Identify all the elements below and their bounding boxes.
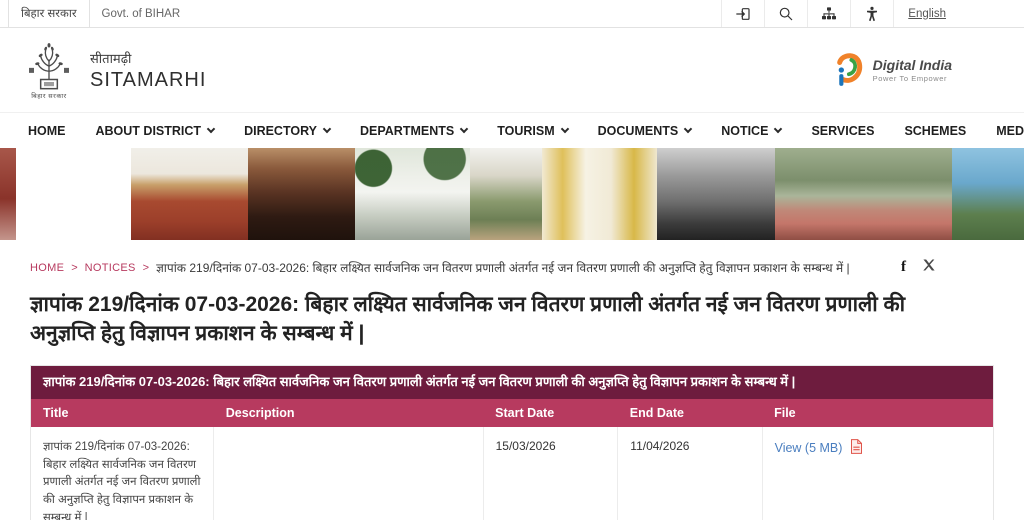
district-logo-link[interactable]: बिहार सरकार सीतामढ़ी SITAMARHI	[20, 41, 206, 100]
nav-label: DOCUMENTS	[597, 123, 679, 138]
nav-about-district[interactable]: ABOUT DISTRICT	[95, 123, 216, 138]
col-start-date: Start Date	[483, 398, 618, 427]
breadcrumb-current: ज्ञापांक 219/दिनांक 07-03-2026: बिहार लक…	[156, 261, 850, 275]
topbar-left: बिहार सरकार Govt. of BIHAR	[8, 0, 192, 27]
banner-photo-white-dome	[355, 148, 470, 240]
main-navigation: HOME ABOUT DISTRICT DIRECTORY DEPARTMENT…	[0, 112, 1024, 148]
chevron-down-icon	[459, 124, 469, 133]
table-row: ज्ञापांक 219/दिनांक 07-03-2026: बिहार लक…	[31, 426, 993, 520]
digital-india-title: Digital India	[872, 57, 952, 73]
banner-photo-edge	[0, 148, 17, 240]
govt-english-link[interactable]: Govt. of BIHAR	[90, 0, 193, 27]
nav-label: TOURISM	[497, 123, 555, 138]
breadcrumb-notices[interactable]: NOTICES	[85, 262, 136, 274]
digital-india-logo[interactable]: Digital India Power To Empower	[831, 50, 952, 90]
digital-india-tagline: Power To Empower	[872, 74, 948, 83]
col-end-date: End Date	[617, 398, 763, 427]
district-name-hindi: सीतामढ़ी	[90, 50, 132, 66]
breadcrumb: HOME > NOTICES > ज्ञापांक 219/दिनांक 07-…	[30, 259, 850, 276]
nav-documents[interactable]: DOCUMENTS	[597, 123, 693, 138]
nav-tourism[interactable]: TOURISM	[497, 123, 569, 138]
nav-departments[interactable]: DEPARTMENTS	[360, 123, 469, 138]
chevron-down-icon	[206, 124, 216, 133]
sitemap-icon[interactable]	[807, 0, 850, 27]
notice-start-date-cell: 15/03/2026	[483, 426, 619, 520]
breadcrumb-separator: >	[142, 261, 150, 274]
banner-photo-yellow-arch	[541, 148, 658, 240]
photo-banner[interactable]	[0, 148, 1024, 240]
masthead: बिहार सरकार सीतामढ़ी SITAMARHI Digital I…	[0, 28, 1024, 112]
breadcrumb-separator: >	[71, 261, 78, 274]
nav-label: HOME	[28, 123, 66, 138]
district-name-english: SITAMARHI	[90, 68, 207, 91]
digital-india-icon	[836, 53, 862, 86]
nav-label: ABOUT DISTRICT	[95, 123, 202, 138]
breadcrumb-home[interactable]: HOME	[30, 262, 64, 274]
nav-label: DIRECTORY	[244, 123, 317, 138]
notice-table: ज्ञापांक 219/दिनांक 07-03-2026: बिहार लक…	[30, 364, 994, 520]
chevron-down-icon	[683, 124, 693, 133]
skip-to-content-icon[interactable]	[721, 0, 764, 27]
banner-photo-red-gate	[131, 148, 248, 240]
chevron-down-icon	[560, 124, 569, 133]
nav-label: SERVICES	[811, 123, 875, 138]
govt-hindi-link[interactable]: बिहार सरकार	[8, 0, 90, 27]
banner-photo-sanctum	[247, 148, 356, 240]
notice-table-caption: ज्ञापांक 219/दिनांक 07-03-2026: बिहार लक…	[31, 365, 993, 399]
nav-label: MEDIA GALLERY	[996, 123, 1024, 138]
nav-label: DEPARTMENTS	[360, 123, 455, 138]
nav-schemes[interactable]: SCHEMES	[904, 124, 966, 138]
notice-end-date-cell: 11/04/2026	[617, 426, 763, 520]
nav-services[interactable]: SERVICES	[811, 124, 874, 138]
nav-directory[interactable]: DIRECTORY	[244, 123, 332, 138]
chevron-down-icon	[774, 124, 783, 133]
nav-label: NOTICE	[721, 123, 769, 138]
banner-photo-historic-bw	[657, 148, 776, 240]
banner-photo-ghat-steps	[775, 148, 953, 240]
notice-file-cell: View (5 MB)	[762, 426, 993, 520]
chevron-down-icon	[322, 124, 332, 133]
nav-label: SCHEMES	[904, 123, 967, 138]
banner-photo-sky-trees	[952, 148, 1024, 240]
emblem-caption: बिहार सरकार	[31, 92, 67, 100]
notice-description-cell	[213, 426, 484, 520]
nav-media-gallery[interactable]: MEDIA GALLERY	[996, 124, 1024, 138]
col-title: Title	[31, 398, 214, 427]
notice-title-cell: ज्ञापांक 219/दिनांक 07-03-2026: बिहार लक…	[31, 426, 215, 520]
bihar-emblem-icon: बिहार सरकार	[20, 41, 78, 100]
topbar: बिहार सरकार Govt. of BIHAR English	[0, 0, 1024, 28]
col-description: Description	[213, 398, 484, 427]
nav-home[interactable]: HOME	[28, 124, 66, 138]
language-toggle-english[interactable]: English	[893, 0, 960, 27]
accessibility-icon[interactable]	[850, 0, 893, 27]
view-file-link[interactable]: View (5 MB)	[775, 441, 843, 455]
nav-notice[interactable]: NOTICE	[721, 123, 783, 138]
content: HOME > NOTICES > ज्ञापांक 219/दिनांक 07-…	[0, 240, 1024, 520]
search-icon[interactable]	[764, 0, 807, 27]
facebook-share-icon[interactable]: f	[901, 259, 906, 276]
twitter-x-share-icon[interactable]	[922, 258, 936, 277]
col-file: File	[762, 398, 993, 427]
table-header-row: Title Description Start Date End Date Fi…	[31, 398, 993, 427]
pdf-icon	[850, 438, 862, 454]
banner-photo-temple-pond	[16, 148, 131, 240]
brand-text: सीतामढ़ी SITAMARHI	[90, 49, 206, 92]
page-title: ज्ञापांक 219/दिनांक 07-03-2026: बिहार लक…	[30, 293, 906, 345]
banner-photo-trees-shrine	[470, 148, 542, 240]
social-share: f	[901, 258, 936, 277]
topbar-right: English	[721, 0, 960, 27]
